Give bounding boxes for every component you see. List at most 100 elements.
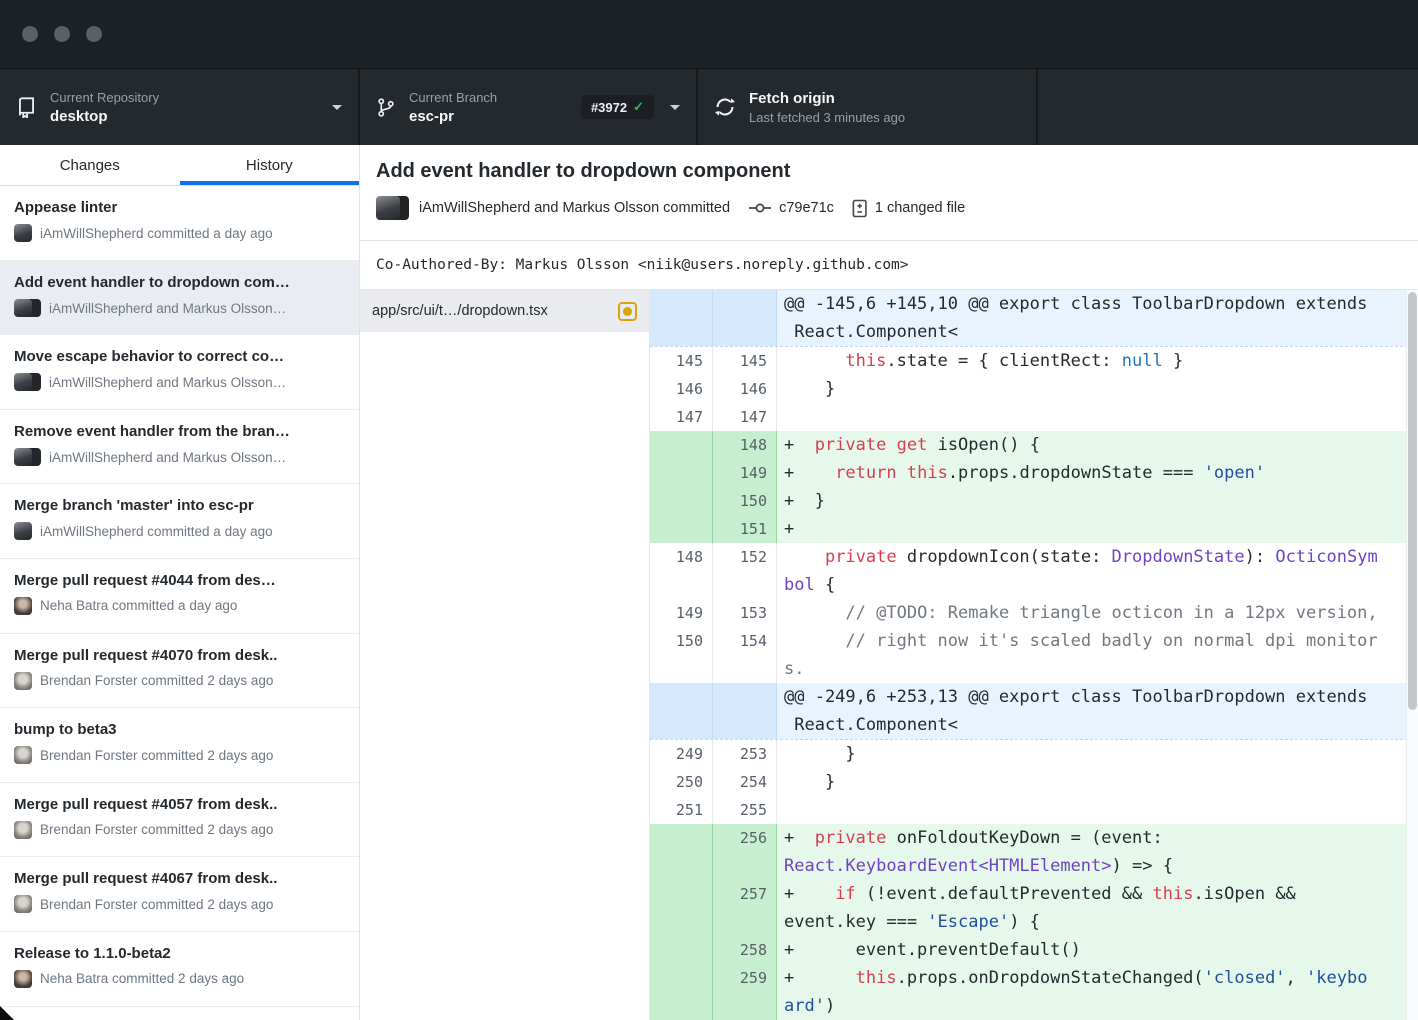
commit-title: Appease linter (14, 199, 345, 216)
repository-name: desktop (50, 108, 159, 125)
old-line-number (650, 683, 713, 739)
diff-row-hunk: @@ -145,6 +145,10 @@ export class Toolba… (650, 290, 1418, 347)
fetch-origin-button[interactable]: Fetch origin Last fetched 3 minutes ago (698, 69, 1038, 145)
old-line-number: 251 (650, 796, 713, 824)
code-line: + } (777, 487, 1418, 515)
code-segment: + (784, 828, 815, 848)
new-line-number: 146 (713, 375, 777, 403)
check-icon: ✓ (633, 99, 644, 115)
commit-list-item[interactable]: Merge pull request #4070 from desk..Bren… (0, 634, 359, 709)
branch-switcher-button[interactable]: Current Branch esc-pr #3972 ✓ (360, 69, 698, 145)
code-segment: ) => { (1112, 856, 1173, 876)
commit-title: Merge branch 'master' into esc-pr (14, 497, 345, 514)
code-segment: private (815, 435, 887, 455)
file-list-item[interactable]: app/src/ui/t…/dropdown.tsx (360, 290, 649, 332)
code-line: // @TODO: Remake triangle octicon in a 1… (777, 599, 1418, 627)
diff-row-context: 150154 // right now it's scaled badly on… (650, 627, 1418, 683)
commit-byline: iAmWillShepherd and Markus Olsson… (14, 448, 345, 467)
code-segment: private (825, 547, 897, 567)
commit-list-item[interactable]: Merge pull request #4044 from des…Neha B… (0, 559, 359, 634)
old-line-number: 147 (650, 403, 713, 431)
code-segment: , (1286, 968, 1306, 988)
close-window-button[interactable] (22, 26, 38, 42)
code-segment: ) (825, 996, 835, 1016)
repo-icon (16, 97, 37, 118)
commit-byline-text: Brendan Forster committed 2 days ago (40, 822, 273, 837)
code-segment: ): (1245, 547, 1276, 567)
new-line-number (713, 290, 777, 346)
diff-row-added: 151+ (650, 515, 1418, 543)
commit-title: Add event handler to dropdown com… (14, 274, 345, 291)
new-line-number: 149 (713, 459, 777, 487)
code-segment: // right now it's scaled badly on normal… (784, 631, 1378, 679)
code-segment: @@ -145,6 +145,10 @@ export class Toolba… (784, 294, 1367, 342)
new-line-number: 257 (713, 880, 777, 936)
code-segment: // @TODO: Remake triangle octicon in a 1… (784, 603, 1378, 623)
code-segment: private (815, 828, 887, 848)
commit-list-item[interactable]: Remove event handler from the bran…iAmWi… (0, 410, 359, 485)
code-segment: isOpen() { (927, 435, 1040, 455)
fetch-subtitle: Last fetched 3 minutes ago (749, 110, 905, 125)
commit-list-item[interactable]: Merge branch 'master' into esc-pr iAmWill… (0, 484, 359, 559)
commit-list-item[interactable]: Release to 1.1.0-beta2Neha Batra committ… (0, 932, 359, 1007)
commit-list-item[interactable]: Merge pull request #4057 from desk.. Bren… (0, 783, 359, 858)
repository-switcher-button[interactable]: Current Repository desktop (0, 69, 360, 145)
commit-byline: Brendan Forster committed 2 days ago (14, 672, 345, 690)
commit-sha: c79e71c (779, 200, 834, 216)
diff-row-hunk: @@ -249,6 +253,13 @@ export class Toolba… (650, 683, 1418, 740)
commit-byline: Neha Batra committed a day ago (14, 597, 345, 615)
diff-row-added: 148+ private get isOpen() { (650, 431, 1418, 459)
old-line-number: 145 (650, 347, 713, 375)
code-line: this.state = { clientRect: null } (777, 347, 1418, 375)
zoom-window-button[interactable] (86, 26, 102, 42)
code-segment: + } (784, 491, 825, 511)
old-line-number (650, 515, 713, 543)
commit-list-item[interactable]: Move escape behavior to correct co…iAmWi… (0, 335, 359, 410)
commit-title: Merge pull request #4057 from desk.. (14, 796, 345, 813)
code-segment: dropdownIcon(state: (897, 547, 1112, 567)
commit-list-item[interactable]: Add event handler to dropdown com…iAmWil… (0, 261, 359, 336)
commit-title: Merge pull request #4067 from desk.. (14, 870, 345, 887)
commit-list-item[interactable]: Merge pull request #4067 from desk.. Bren… (0, 857, 359, 932)
old-line-number: 249 (650, 740, 713, 768)
diff-row-added: 258+ event.preventDefault() (650, 936, 1418, 964)
commit-list-item[interactable]: Merge pull request #4073 from desk..Neha… (0, 1007, 359, 1020)
code-segment: @@ -249,6 +253,13 @@ export class Toolba… (784, 687, 1367, 735)
code-line: } (777, 740, 1418, 768)
changed-file-icon (852, 199, 868, 218)
minimize-window-button[interactable] (54, 26, 70, 42)
avatar (14, 373, 41, 392)
scrollbar-thumb[interactable] (1408, 292, 1417, 710)
commit-summary-title: Add event handler to dropdown component (376, 160, 1402, 183)
diff-scrollbar (1406, 290, 1418, 1020)
tab-changes[interactable]: Changes (0, 145, 180, 185)
code-segment: if (835, 884, 855, 904)
commit-body: Co-Authored-By: Markus Olsson <niik@user… (360, 240, 1418, 290)
avatar (376, 196, 409, 220)
commit-byline: iAmWillShepherd committed a day ago (14, 522, 345, 540)
code-segment: .state = { clientRect: (886, 351, 1121, 371)
code-line: private dropdownIcon(state: DropdownStat… (777, 543, 1418, 599)
code-line (777, 403, 1418, 431)
code-line: + private get isOpen() { (777, 431, 1418, 459)
titlebar (0, 0, 1418, 68)
commit-description: Co-Authored-By: Markus Olsson <niik@user… (376, 257, 909, 273)
avatar (14, 224, 32, 242)
code-segment (886, 435, 896, 455)
old-line-number (650, 824, 713, 880)
new-line-number: 259 (713, 964, 777, 1020)
commit-byline-text: Brendan Forster committed 2 days ago (40, 897, 273, 912)
commit-byline-text: Brendan Forster committed 2 days ago (40, 673, 273, 688)
commit-list-item[interactable]: Appease linteriAmWillShepherd committed … (0, 186, 359, 261)
commit-list-item[interactable]: bump to beta3Brendan Forster committed 2… (0, 708, 359, 783)
code-segment: } (784, 379, 835, 399)
toolbar: Current Repository desktop Current Branc… (0, 68, 1418, 145)
code-segment: + event.preventDefault() (784, 940, 1081, 960)
new-line-number: 147 (713, 403, 777, 431)
code-segment (784, 547, 825, 567)
tab-history[interactable]: History (180, 145, 360, 185)
diff-viewer: @@ -145,6 +145,10 @@ export class Toolba… (650, 290, 1418, 1020)
new-line-number: 145 (713, 347, 777, 375)
code-line (777, 796, 1418, 824)
commit-byline: Brendan Forster committed 2 days ago (14, 895, 345, 913)
